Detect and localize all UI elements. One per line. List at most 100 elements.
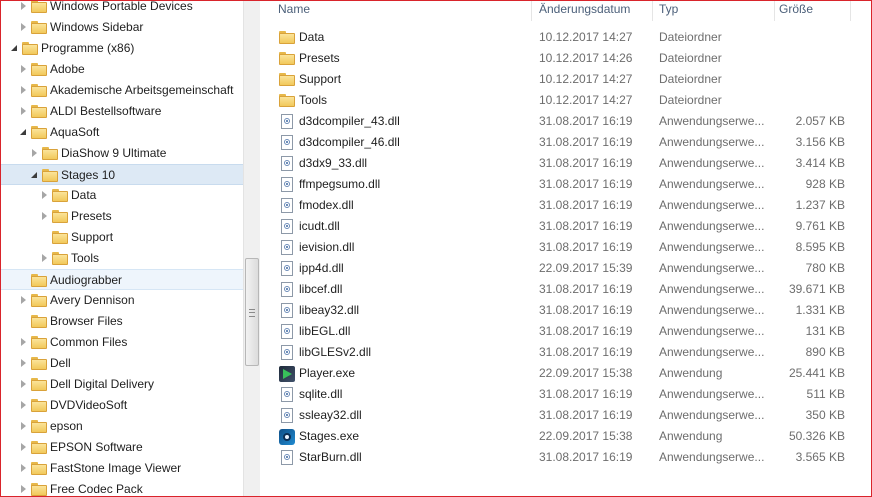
collapsed-arrow-icon[interactable] [19, 1, 29, 17]
collapsed-arrow-icon[interactable] [19, 395, 29, 416]
dll-file-icon [279, 282, 295, 298]
file-row[interactable]: icudt.dll 31.08.2017 16:19 Anwendungserwe.… [260, 216, 871, 237]
file-row[interactable]: Data 10.12.2017 14:27 Dateiordner [260, 27, 871, 48]
collapsed-arrow-icon[interactable] [40, 185, 50, 206]
file-row[interactable]: Support 10.12.2017 14:27 Dateiordner [260, 69, 871, 90]
folder-icon [22, 42, 38, 55]
dll-file-icon [279, 156, 295, 172]
tree-item[interactable]: Tools [1, 248, 243, 269]
file-row[interactable]: Player.exe 22.09.2017 15:38 Anwendung 25.44… [260, 363, 871, 384]
file-row[interactable]: fmodex.dll 31.08.2017 16:19 Anwendungserwe… [260, 195, 871, 216]
column-header-type[interactable]: Typ [655, 1, 775, 21]
folder-icon [31, 105, 47, 118]
folder-icon [31, 441, 47, 454]
file-row[interactable]: d3dx9_33.dll 31.08.2017 16:19 Anwendungser… [260, 153, 871, 174]
expanded-arrow-icon[interactable] [30, 165, 40, 186]
file-row[interactable]: Presets 10.12.2017 14:26 Dateiordner [260, 48, 871, 69]
tree-item[interactable]: Free Codec Pack [1, 479, 243, 496]
file-name: StarBurn.dll [299, 450, 362, 464]
file-row[interactable]: ssleay32.dll 31.08.2017 16:19 Anwendungser… [260, 405, 871, 426]
file-name: Presets [299, 51, 340, 65]
collapsed-arrow-icon[interactable] [40, 206, 50, 227]
tree-item[interactable]: Dell Digital Delivery [1, 374, 243, 395]
file-row[interactable]: Stages.exe 22.09.2017 15:38 Anwendung 50.32… [260, 426, 871, 447]
grip-icon [249, 309, 255, 317]
folder-icon [279, 51, 295, 67]
dll-file-icon [279, 387, 295, 403]
tree-item[interactable]: Dell [1, 353, 243, 374]
file-row[interactable]: libGLESv2.dll 31.08.2017 16:19 Anwendungse… [260, 342, 871, 363]
collapsed-arrow-icon[interactable] [19, 479, 29, 496]
tree-item-label: Free Codec Pack [50, 482, 143, 496]
tree-item[interactable]: Browser Files [1, 311, 243, 332]
navigation-scrollbar[interactable] [243, 1, 260, 496]
collapsed-arrow-icon[interactable] [19, 416, 29, 437]
tree-item[interactable]: EPSON Software [1, 437, 243, 458]
collapsed-arrow-icon[interactable] [19, 353, 29, 374]
tree-item[interactable]: Avery Dennison [1, 290, 243, 311]
file-row[interactable]: sqlite.dll 31.08.2017 16:19 Anwendungserwe… [260, 384, 871, 405]
scrollbar-thumb[interactable] [245, 258, 259, 366]
collapsed-arrow-icon[interactable] [19, 59, 29, 80]
tree-item[interactable]: Adobe [1, 59, 243, 80]
collapsed-arrow-icon[interactable] [19, 80, 29, 101]
collapsed-arrow-icon[interactable] [19, 17, 29, 38]
file-row[interactable]: ffmpegsumo.dll 31.08.2017 16:19 Anwendungs… [260, 174, 871, 195]
file-row[interactable]: d3dcompiler_43.dll 31.08.2017 16:19 Anwend… [260, 111, 871, 132]
tree-item[interactable]: Windows Portable Devices [1, 1, 243, 17]
folder-icon [52, 252, 68, 265]
collapsed-arrow-icon[interactable] [19, 332, 29, 353]
file-row[interactable]: libeay32.dll 31.08.2017 16:19 Anwendungser… [260, 300, 871, 321]
tree-item[interactable]: epson [1, 416, 243, 437]
file-name: Support [299, 72, 342, 86]
tree-item[interactable]: Common Files [1, 332, 243, 353]
column-header-date[interactable]: Änderungsdatum [535, 1, 653, 21]
collapsed-arrow-icon[interactable] [19, 437, 29, 458]
file-row[interactable]: ievision.dll 31.08.2017 16:19 Anwendungser… [260, 237, 871, 258]
file-name: libEGL.dll [299, 324, 351, 338]
file-row[interactable]: Tools 10.12.2017 14:27 Dateiordner [260, 90, 871, 111]
file-row[interactable]: ipp4d.dll 22.09.2017 15:39 Anwendungserwe.… [260, 258, 871, 279]
file-date: 31.08.2017 16:19 [539, 240, 633, 254]
collapsed-arrow-icon[interactable] [30, 143, 40, 164]
column-header-size[interactable]: Größe [775, 1, 851, 21]
tree-item[interactable]: Audiograbber [1, 269, 243, 290]
tree-item-label: FastStone Image Viewer [50, 461, 182, 475]
navigation-pane: Windows Portable Devices Windows Sidebar P… [1, 1, 243, 496]
folder-icon [31, 399, 47, 412]
file-row[interactable]: d3dcompiler_46.dll 31.08.2017 16:19 Anwend… [260, 132, 871, 153]
tree-item[interactable]: Programme (x86) [1, 38, 243, 59]
tree-item[interactable]: FastStone Image Viewer [1, 458, 243, 479]
collapsed-arrow-icon[interactable] [19, 290, 29, 311]
tree-item[interactable]: Windows Sidebar [1, 17, 243, 38]
tree-item[interactable]: Stages 10 [1, 164, 243, 185]
tree-item-label: Tools [71, 251, 100, 265]
tree-item[interactable]: Akademische Arbeitsgemeinschaft [1, 80, 243, 101]
file-name: ievision.dll [299, 240, 355, 254]
folder-icon [31, 462, 47, 475]
file-name: Data [299, 30, 325, 44]
dll-file-icon [279, 303, 295, 319]
file-type: Dateiordner [659, 30, 722, 44]
collapsed-arrow-icon[interactable] [19, 101, 29, 122]
tree-item[interactable]: Support [1, 227, 243, 248]
expanded-arrow-icon[interactable] [10, 38, 20, 59]
expanded-arrow-icon[interactable] [19, 122, 29, 143]
file-row[interactable]: StarBurn.dll 31.08.2017 16:19 Anwendungser… [260, 447, 871, 468]
file-row[interactable]: libcef.dll 31.08.2017 16:19 Anwendungserwe… [260, 279, 871, 300]
tree-item[interactable]: Presets [1, 206, 243, 227]
file-type: Anwendung [659, 366, 723, 380]
tree-item[interactable]: AquaSoft [1, 122, 243, 143]
tree-item[interactable]: ALDI Bestellsoftware [1, 101, 243, 122]
tree-item-label: Presets [71, 209, 112, 223]
column-header-name[interactable]: Name [274, 1, 532, 21]
folder-icon [31, 420, 47, 433]
tree-item[interactable]: Data [1, 185, 243, 206]
tree-item-label: epson [50, 419, 83, 433]
file-row[interactable]: libEGL.dll 31.08.2017 16:19 Anwendungserwe… [260, 321, 871, 342]
tree-item[interactable]: DVDVideoSoft [1, 395, 243, 416]
tree-item[interactable]: DiaShow 9 Ultimate [1, 143, 243, 164]
collapsed-arrow-icon[interactable] [19, 374, 29, 395]
collapsed-arrow-icon[interactable] [19, 458, 29, 479]
collapsed-arrow-icon[interactable] [40, 248, 50, 269]
